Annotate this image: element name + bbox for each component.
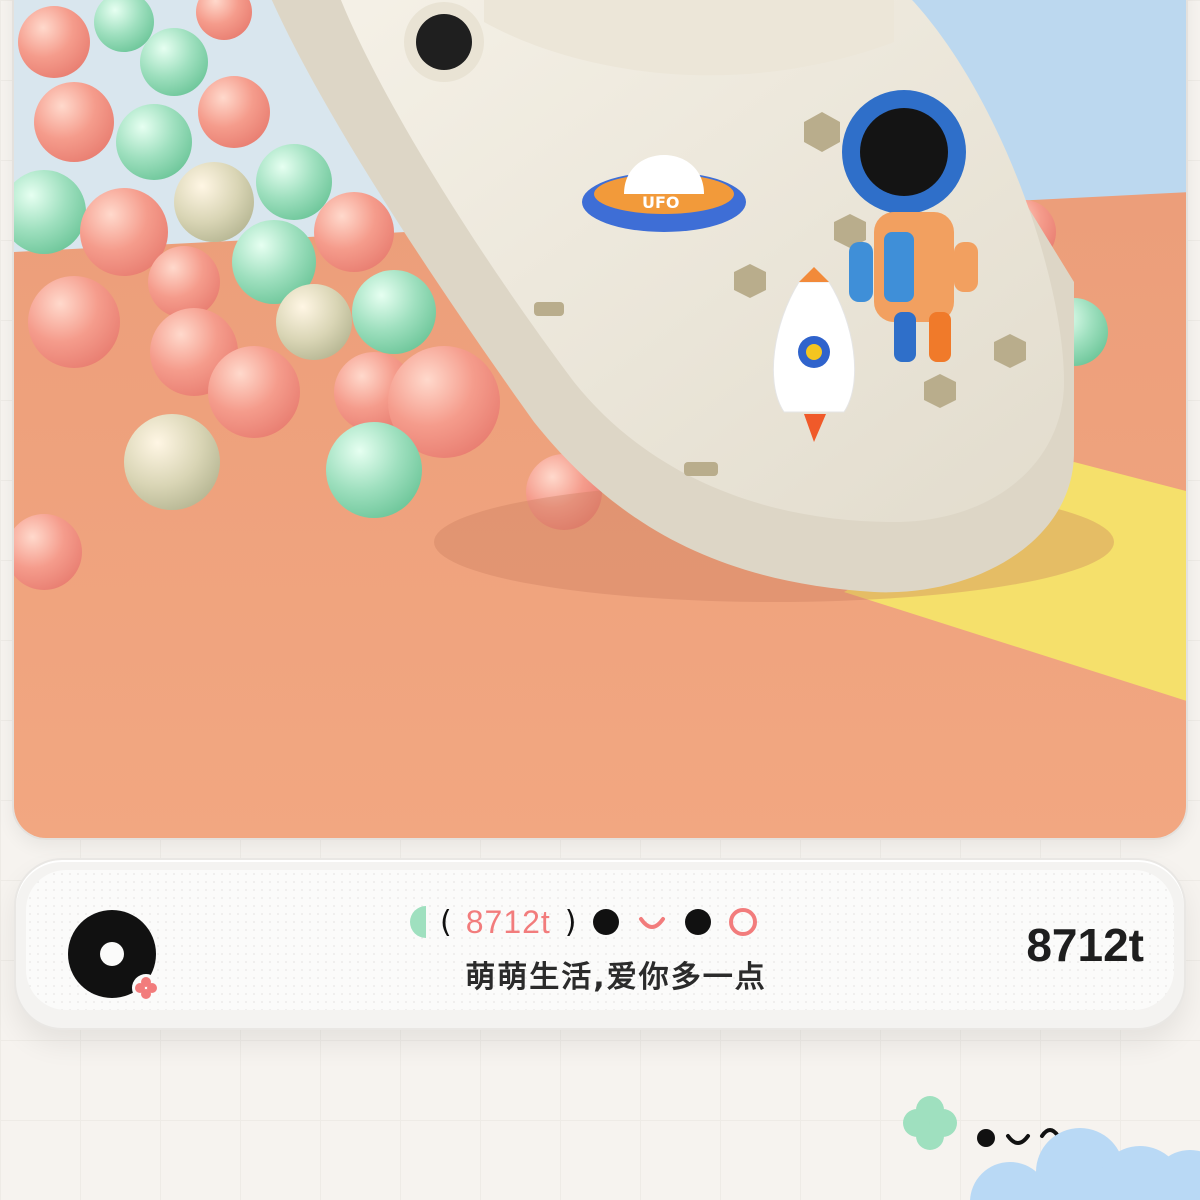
- brand-logo-icon: [68, 910, 160, 1002]
- dot-eye-icon: [977, 1129, 995, 1147]
- product-photo: UFO: [12, 0, 1188, 840]
- smile-mouth-icon: [1006, 1134, 1030, 1145]
- smile-mouth-icon: [638, 917, 665, 929]
- svg-text:UFO: UFO: [642, 193, 680, 212]
- wink-eye-icon: [1040, 1128, 1060, 1138]
- dot-eye-icon: [592, 909, 619, 935]
- brand-slogan: 萌萌生活,爱你多一点: [465, 960, 767, 995]
- half-clover-icon: [410, 906, 426, 938]
- brand-info-inner: ( 8712t ) 萌萌生活,爱你多一点 8712t: [26, 870, 1174, 1010]
- clover-icon: [903, 1096, 957, 1150]
- ring-icon: [728, 908, 757, 936]
- brand-code-small: 8712t: [465, 903, 551, 940]
- right-bracket-glyph: ): [564, 904, 577, 940]
- cloud-icon: [970, 1128, 1200, 1200]
- emoticon-row: ( 8712t ): [406, 892, 826, 952]
- dot-eye-icon: [684, 909, 711, 935]
- brand-code-large: 8712t: [1026, 919, 1144, 971]
- cloud-smiley-decoration: [903, 1096, 1200, 1200]
- left-bracket-glyph: (: [440, 904, 452, 940]
- brand-info-card: ( 8712t ) 萌萌生活,爱你多一点 8712t: [14, 858, 1186, 1030]
